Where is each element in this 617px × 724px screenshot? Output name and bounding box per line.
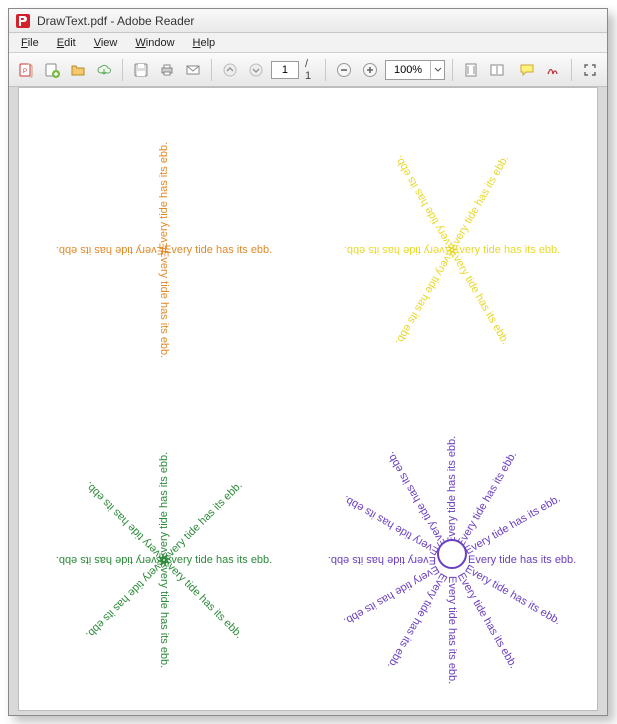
rotated-text: Every tide has its ebb. [328,554,436,566]
create-pdf-button[interactable] [41,58,63,82]
rotated-text: Every tide has its ebb. [447,247,512,347]
rotated-text: Every tide has its ebb. [160,479,245,564]
fullscreen-button[interactable] [579,58,601,82]
zoom-in-button[interactable] [359,58,381,82]
menu-window[interactable]: Window [127,35,182,51]
rotated-text: Every tide has its ebb. [158,560,170,668]
text-pattern-4ray: Every tide has its ebb.Every tide has it… [19,88,309,400]
rotated-text: Every tide has its ebb. [446,576,458,684]
toolbar-separator [122,59,123,81]
rotated-text: Every tide has its ebb. [393,153,458,253]
text-pattern-6ray: Every tide has its ebb.Every tide has it… [307,88,597,400]
rotated-text: Every tide has its ebb. [164,554,272,566]
rotated-text: Every tide has its ebb. [344,244,452,256]
comment-button[interactable] [516,58,538,82]
menubar: File Edit View Window Help [9,33,607,53]
text-pattern-12ray: Every tide has its ebb. Every tide has it… [307,398,597,710]
rotated-text: Every tide has its ebb. [83,556,168,641]
rotated-text: Every tide has its ebb. [160,556,245,641]
titlebar: DrawText.pdf - Adobe Reader [9,9,607,33]
fit-page-button[interactable] [460,58,482,82]
read-mode-button[interactable] [486,58,508,82]
zoom-combo[interactable] [385,60,445,80]
menu-view[interactable]: View [86,35,126,51]
toolbar-separator [325,59,326,81]
cloud-button[interactable] [93,58,115,82]
text-pattern-8ray: Every tide has its ebb.Every tide has it… [19,398,309,710]
app-window: DrawText.pdf - Adobe Reader File Edit Vi… [8,8,608,716]
rotated-text: Every tide has its ebb. [393,247,458,347]
sign-button[interactable] [542,58,564,82]
zoom-input[interactable] [386,64,430,76]
toolbar: P / 1 [9,53,607,87]
rotated-text: Every tide has its ebb. [452,244,560,256]
center-ring [437,539,467,569]
rotated-text: Every tide has its ebb. [158,250,170,358]
export-pdf-button[interactable]: P [15,58,37,82]
rotated-text: Every tide has its ebb. [56,244,164,256]
rotated-text: Every tide has its ebb. [164,244,272,256]
page-total-label: / 1 [303,58,318,82]
rotated-text: Every tide has its ebb. [447,153,512,253]
page-up-button[interactable] [219,58,241,82]
document-area[interactable]: Every tide has its ebb.Every tide has it… [9,87,607,715]
rotated-text: Every tide has its ebb. [158,452,170,560]
email-button[interactable] [182,58,204,82]
save-button[interactable] [130,58,152,82]
rotated-text: Every tide has its ebb. [158,142,170,250]
toolbar-separator [211,59,212,81]
toolbar-separator [452,59,453,81]
chevron-down-icon[interactable] [430,61,444,79]
page-down-button[interactable] [245,58,267,82]
zoom-out-button[interactable] [333,58,355,82]
rotated-text: Every tide has its ebb. [56,554,164,566]
rotated-text: Every tide has its ebb. [468,554,576,566]
reader-app-icon [15,13,31,29]
page-number-input[interactable] [271,61,299,79]
open-button[interactable] [67,58,89,82]
svg-text:P: P [23,69,27,75]
pdf-page: Every tide has its ebb.Every tide has it… [18,87,598,711]
rotated-text: Every tide has its ebb. [446,436,458,544]
toolbar-separator [571,59,572,81]
menu-help[interactable]: Help [185,35,224,51]
window-title: DrawText.pdf - Adobe Reader [37,14,194,28]
rotated-text: Every tide has its ebb. [83,479,168,564]
menu-file[interactable]: File [13,35,47,51]
print-button[interactable] [156,58,178,82]
menu-edit[interactable]: Edit [49,35,84,51]
